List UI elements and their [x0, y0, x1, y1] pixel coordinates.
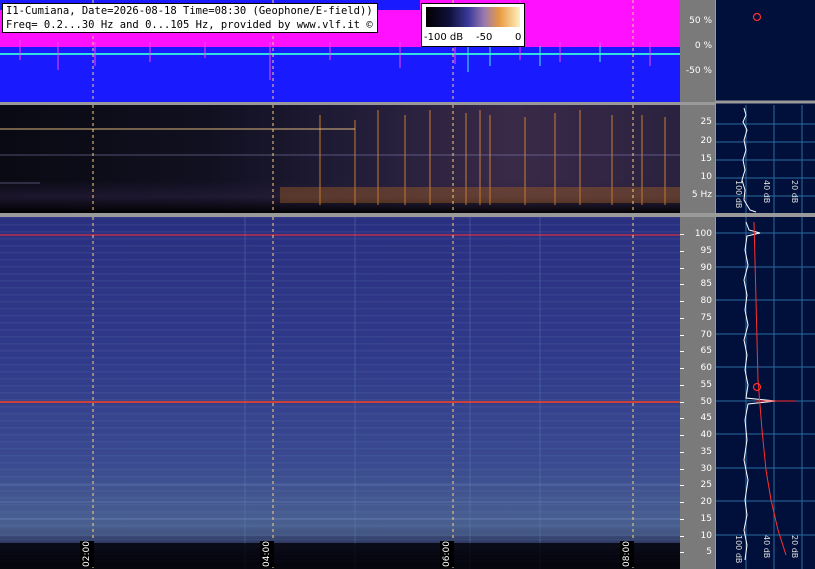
freq-tick-mark — [680, 418, 684, 420]
freq-tick: 85 — [700, 279, 712, 290]
freq-tick: 95 — [700, 245, 712, 256]
freq-tick-mark — [680, 334, 684, 336]
db-scale-label: 40 dB — [762, 535, 771, 559]
freq-tick: 100 — [694, 229, 712, 239]
station-info-box: I1-Cumiana, Date=2026-08-18 Time=08:30 (… — [2, 3, 378, 33]
percent-tick: 0 % — [694, 41, 712, 51]
freq-tick-mark — [680, 451, 684, 453]
db-scale-label: 100 dB — [734, 180, 743, 209]
freq-tick-mark — [680, 267, 684, 269]
time-label: 04:00 — [260, 541, 274, 567]
colorbar-min-label: -100 dB — [424, 32, 464, 43]
efield-spectrogram-plot — [0, 217, 680, 569]
station-title: I1-Cumiana, Date=2026-08-18 Time=08:30 (… — [6, 5, 373, 17]
geophone-spectrogram — [0, 105, 680, 213]
freq-tick: 80 — [700, 296, 712, 306]
efield-frequency-axis: 100 95 90 85 80 75 70 65 60 55 50 45 40 35 30 25 20 15 10 5 — [680, 217, 715, 569]
waveform-panel: I1-Cumiana, Date=2026-08-18 Time=08:30 (… — [0, 0, 680, 102]
freq-tick: 20 — [700, 497, 712, 507]
colorbar-legend: -100 dB -50 0 — [421, 3, 525, 47]
freq-tick-mark — [680, 518, 684, 520]
colorbar-gradient — [426, 7, 520, 27]
freq-tick: 20 — [700, 136, 712, 146]
freq-tick: 10 — [700, 530, 712, 541]
freq-tick-mark — [680, 284, 684, 286]
freq-tick: 70 — [700, 329, 712, 340]
freq-tick-mark — [680, 435, 684, 436]
freq-tick-mark — [680, 401, 684, 403]
freq-tick: 75 — [700, 312, 712, 323]
freq-tick: 25 — [700, 117, 712, 127]
freq-tick-mark — [680, 485, 684, 487]
freq-tick-mark — [680, 502, 684, 503]
freq-tick: 60 — [700, 363, 712, 373]
freq-tick: 65 — [700, 346, 712, 357]
db-scale-label: 20 dB — [790, 535, 799, 559]
freq-tick: 5 Hz — [691, 190, 712, 200]
freq-tick: 15 — [700, 154, 712, 164]
freq-tick: 25 — [700, 480, 712, 491]
frequency-info: Freq= 0.2...30 Hz and 0...105 Hz, provid… — [6, 19, 373, 31]
freq-tick: 90 — [700, 262, 712, 273]
percent-tick: -50 % — [685, 66, 712, 76]
freq-tick: 50 — [700, 396, 712, 407]
freq-tick: 30 — [700, 463, 712, 474]
time-label: 02:00 — [80, 541, 94, 567]
freq-tick-mark — [680, 468, 684, 470]
freq-tick-mark — [680, 384, 684, 386]
geophone-frequency-axis: 25 20 15 10 5 Hz — [680, 105, 715, 213]
efield-spectrogram — [0, 217, 680, 569]
spectrum-profile-panel: 100 dB 40 dB 20 dB 100 dB 40 dB 20 dB — [715, 0, 815, 569]
freq-tick-mark — [680, 535, 684, 537]
colorbar-mid-label: -50 — [476, 32, 493, 43]
freq-tick-mark — [680, 301, 684, 302]
freq-tick: 40 — [700, 430, 712, 440]
db-scale-label: 20 dB — [790, 180, 799, 204]
freq-tick: 5 — [706, 547, 712, 558]
freq-tick-mark — [680, 250, 684, 252]
freq-tick: 45 — [700, 413, 712, 424]
spectrum-profile-plot — [716, 12, 815, 569]
freq-tick-mark — [680, 552, 684, 554]
percent-tick: 50 % — [689, 16, 712, 26]
freq-tick: 15 — [700, 513, 712, 524]
time-label: 06:00 — [440, 541, 454, 567]
vlf-monitor-window: I1-Cumiana, Date=2026-08-18 Time=08:30 (… — [0, 0, 815, 569]
freq-tick: 35 — [700, 446, 712, 457]
freq-tick-mark — [680, 368, 684, 369]
db-scale-label: 40 dB — [762, 180, 771, 204]
freq-tick-mark — [680, 317, 684, 319]
geophone-spectrogram-plot — [0, 105, 680, 213]
freq-tick: 55 — [700, 379, 712, 390]
freq-tick-mark — [680, 234, 684, 235]
time-label: 08:00 — [620, 541, 634, 567]
freq-tick-mark — [680, 351, 684, 353]
waveform-percent-axis: 50 % 0 % -50 % — [680, 0, 715, 102]
db-scale-label: 100 dB — [734, 535, 743, 564]
colorbar-max-label: 0 — [515, 32, 522, 43]
freq-tick: 10 — [700, 172, 712, 182]
